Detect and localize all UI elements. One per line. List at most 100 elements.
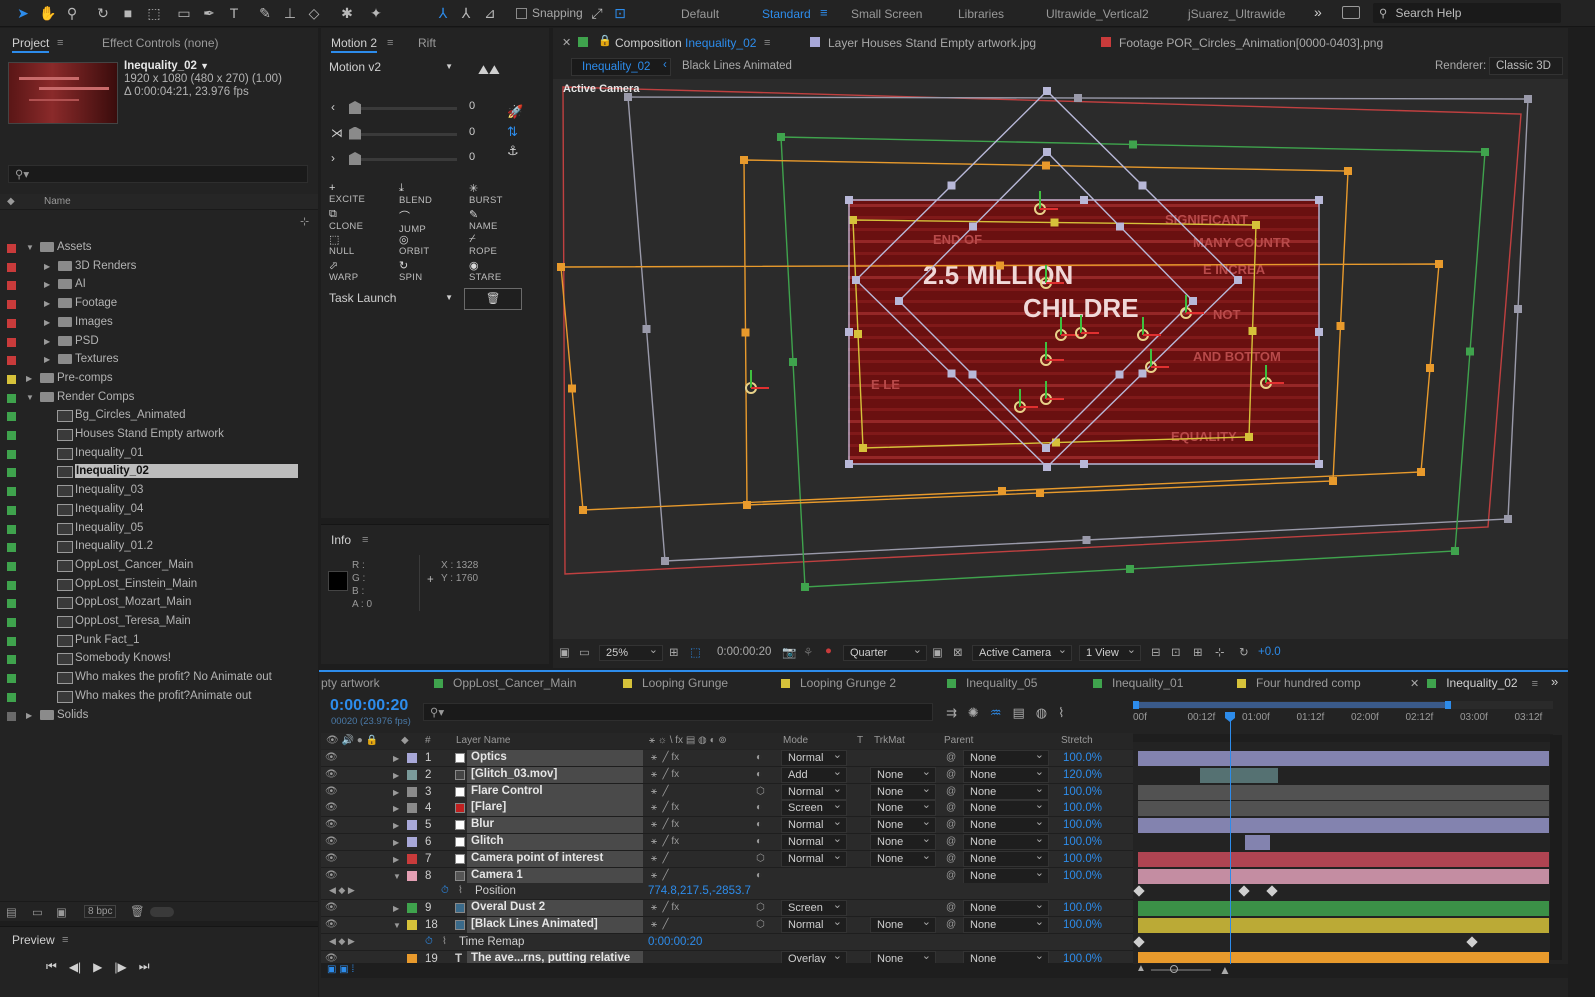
- draft-3d-icon[interactable]: ✺: [968, 705, 979, 721]
- time-remap-property-row[interactable]: ◀ ◆ ▶ ⏱ ⌇ Time Remap 0:00:00:20: [321, 934, 1133, 951]
- layer-label-color[interactable]: [407, 837, 417, 847]
- motion-burst-button[interactable]: ✳ BURST: [469, 182, 503, 206]
- disclosure-closed-icon[interactable]: ▶: [393, 821, 399, 830]
- project-comp-item[interactable]: Inequality_03: [0, 482, 318, 500]
- layer-row[interactable]: 👁 ▶ 9 Overal Dust 2 ⚹ ╱ fx ⬡ Screen @ None 100.0%: [321, 898, 1133, 917]
- parent-select[interactable]: None: [963, 815, 1049, 834]
- view-axis-icon[interactable]: ⊿: [481, 4, 499, 22]
- layer-switch-icons[interactable]: ⚹ ╱: [651, 786, 669, 797]
- layer-label-color[interactable]: [407, 903, 417, 913]
- workspace-small-screen[interactable]: Small Screen: [851, 7, 922, 21]
- work-area-end[interactable]: [1445, 701, 1451, 709]
- work-area-start[interactable]: [1133, 701, 1139, 709]
- project-comp-item[interactable]: Bg_Circles_Animated: [0, 407, 318, 425]
- visibility-eye-icon[interactable]: 👁: [325, 752, 338, 763]
- stopwatch-icon[interactable]: ⏱: [425, 936, 433, 947]
- layer-handle[interactable]: [568, 384, 576, 393]
- lock-icon[interactable]: 🔒: [598, 34, 612, 47]
- layer-switch-icons[interactable]: ⚹ ╱ fx: [651, 752, 679, 763]
- channel-icon[interactable]: ●: [825, 645, 832, 657]
- project-search-input[interactable]: ⚲▾: [8, 165, 308, 183]
- project-folder[interactable]: ▶ Images: [0, 314, 318, 332]
- reset-exposure-icon[interactable]: ↻: [1239, 645, 1249, 659]
- parent-column-header[interactable]: Parent: [944, 735, 973, 746]
- blend-mode-select[interactable]: Normal: [781, 815, 847, 834]
- label-color[interactable]: [7, 281, 16, 291]
- project-folder[interactable]: ▶ AI: [0, 276, 318, 294]
- comp-mini-flowchart-icon[interactable]: ⇉: [946, 705, 957, 721]
- project-comp-item[interactable]: OppLost_Cancer_Main: [0, 557, 318, 575]
- layer-stretch-value[interactable]: 100.0%: [1063, 802, 1102, 814]
- layer-duration-bar[interactable]: [1138, 818, 1549, 834]
- layer-handle[interactable]: [1524, 95, 1532, 103]
- project-comp-item[interactable]: Somebody Knows!: [0, 650, 318, 668]
- layer-handle[interactable]: [1417, 468, 1425, 476]
- blend-mode-select[interactable]: Normal: [781, 748, 847, 766]
- tab-layer[interactable]: Layer Houses Stand Empty artwork.jpg: [828, 36, 1036, 50]
- fast-previews-icon[interactable]: ▣: [932, 645, 943, 659]
- play-icon[interactable]: ▶: [93, 960, 102, 974]
- disclosure-closed-icon[interactable]: ▶: [393, 838, 399, 847]
- parent-select[interactable]: None: [963, 866, 1049, 884]
- time-ruler[interactable]: 00f 00:12f 01:00f 01:12f 02:00f 02:12f 03:00f 0…: [1133, 697, 1553, 743]
- layer-stretch-value[interactable]: 100.0%: [1063, 953, 1102, 963]
- layer-row[interactable]: 👁 ▶ 2 [Glitch_03.mov] ⚹ ╱ fx ◐ Add None @ None 120…: [321, 765, 1133, 784]
- pan-behind-tool-icon[interactable]: ⬚: [145, 4, 163, 22]
- slider-thumb[interactable]: [349, 101, 361, 114]
- viewer-timecode[interactable]: 0:00:00:20: [717, 646, 771, 658]
- blend-mode-select[interactable]: Screen: [781, 798, 847, 817]
- project-comp-item[interactable]: OppLost_Mozart_Main: [0, 594, 318, 612]
- disclosure-closed-icon[interactable]: ▶: [393, 788, 399, 797]
- layer-stretch-value[interactable]: 100.0%: [1063, 786, 1102, 798]
- label-color[interactable]: [7, 337, 16, 347]
- label-color[interactable]: [7, 300, 16, 310]
- layer-switch-icons[interactable]: ⚹ ╱: [651, 919, 669, 930]
- close-tab-icon[interactable]: ✕: [1410, 678, 1419, 690]
- anchor-icon[interactable]: ⚓: [507, 143, 519, 159]
- layer-handle[interactable]: [1451, 547, 1459, 555]
- slider-thumb[interactable]: [349, 126, 361, 140]
- project-comp-item[interactable]: Punk Fact_1: [0, 632, 318, 650]
- layer-switch-icons[interactable]: ⚹ ╱ fx: [651, 802, 679, 813]
- layer-name[interactable]: Blur: [467, 817, 643, 834]
- track-matte-select[interactable]: None: [870, 951, 936, 963]
- layer-handle[interactable]: [1043, 87, 1051, 95]
- layer-handle[interactable]: [1315, 328, 1323, 336]
- layer-row[interactable]: 👁 ▶ 1 Optics ⚹ ╱ fx ◐ Normal @ None 100.0%: [321, 748, 1133, 767]
- adjustment-icon[interactable]: ◐: [756, 769, 762, 780]
- tab-project[interactable]: Project: [12, 36, 50, 53]
- timeline-tab[interactable]: pty artwork: [321, 676, 380, 690]
- label-color[interactable]: [7, 524, 16, 534]
- composition-viewer[interactable]: END OF 2.5 MILLION CHILDRE SIGNIFICANT MANY …: [553, 79, 1568, 639]
- disclosure-closed-icon[interactable]: ▶: [393, 771, 399, 780]
- disclosure-closed-icon[interactable]: ▶: [44, 337, 50, 346]
- pen-tool-icon[interactable]: ✒: [200, 4, 218, 22]
- label-color[interactable]: [7, 655, 16, 665]
- layer-handle[interactable]: [1036, 489, 1044, 497]
- layer-handle[interactable]: [1234, 276, 1242, 284]
- stopwatch-icon[interactable]: ⏱: [441, 885, 449, 896]
- layer-handle[interactable]: [741, 328, 750, 337]
- layer-handle[interactable]: [852, 276, 860, 284]
- project-folder[interactable]: ▶ Pre-comps: [0, 370, 318, 388]
- camera-tool-icon[interactable]: ■: [119, 4, 137, 22]
- project-comp-item[interactable]: Who makes the profit?Animate out: [0, 688, 318, 706]
- snap-edges-icon[interactable]: ⤢: [588, 4, 606, 22]
- parent-pick-whip-icon[interactable]: @: [946, 902, 956, 913]
- region-of-interest-icon[interactable]: ⬚: [690, 645, 701, 659]
- adjustment-icon[interactable]: ◐: [756, 752, 762, 763]
- layer-label-color[interactable]: [407, 786, 417, 797]
- hand-tool-icon[interactable]: ✋: [39, 4, 57, 22]
- label-color[interactable]: [7, 580, 16, 590]
- layer-stretch-value[interactable]: 100.0%: [1063, 752, 1102, 764]
- timeline-tab[interactable]: Looping Grunge: [623, 676, 728, 690]
- visibility-eye-icon[interactable]: 👁: [325, 786, 338, 797]
- timeline-menu-icon[interactable]: ≡: [1532, 678, 1538, 690]
- motion-jump-button[interactable]: ⌒ JUMP: [399, 208, 426, 235]
- num-column-header[interactable]: #: [425, 735, 431, 746]
- snapping-toggle[interactable]: Snapping: [516, 6, 583, 20]
- camera-view-select[interactable]: Active Camera: [972, 643, 1072, 661]
- roto-brush-tool-icon[interactable]: ✱: [338, 4, 356, 22]
- frame-blending-icon[interactable]: ▤: [1012, 705, 1024, 721]
- layer-handle[interactable]: [642, 325, 651, 333]
